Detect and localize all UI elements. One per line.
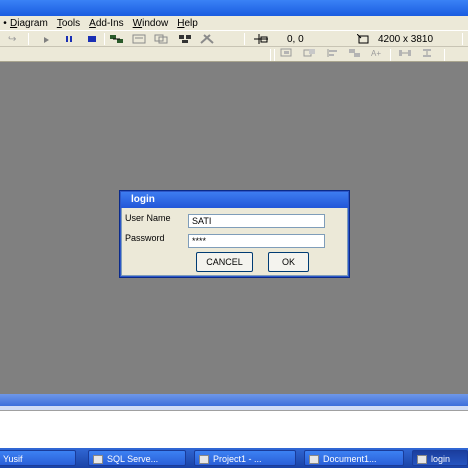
send-to-back-icon[interactable] [303, 48, 317, 58]
password-label: Password [125, 233, 165, 243]
redo-icon[interactable]: ↪ [8, 33, 16, 46]
object-browser-icon[interactable] [178, 34, 192, 44]
center-icon[interactable] [348, 48, 362, 58]
taskbar-item-document1[interactable]: Document1... [304, 450, 404, 466]
menu-bar: • Diagram Tools Add-Ins Window Help [0, 16, 468, 30]
ok-button[interactable]: OK [268, 252, 309, 272]
position-icon [254, 34, 268, 44]
toolbar-separator [462, 33, 463, 45]
menu-window[interactable]: Window [133, 18, 169, 29]
dialog-body: User Name SATI Password **** CANCEL OK [121, 208, 348, 276]
username-input[interactable]: SATI [188, 214, 325, 228]
toolbar-separator [390, 49, 391, 61]
menu-tools[interactable]: Tools [57, 18, 80, 29]
standard-toolbar: ↪ 0, 0 4200 x 3810 [0, 30, 468, 47]
toolbar-separator [444, 49, 445, 61]
menu-add-ins[interactable]: Add-Ins [89, 18, 123, 29]
form-layout-icon[interactable] [154, 34, 168, 44]
align-icon[interactable] [326, 48, 340, 58]
run-icon[interactable] [44, 37, 49, 43]
sql-server-icon [93, 455, 103, 465]
size-readout: 4200 x 3810 [378, 34, 434, 45]
password-input[interactable]: **** [188, 234, 325, 248]
immediate-window-title [0, 394, 468, 406]
toolbar-separator [28, 33, 29, 45]
menu-diagram[interactable]: Diagram [10, 18, 48, 29]
form-editor-toolbar: A+ [0, 47, 468, 62]
stop-icon[interactable] [88, 36, 96, 42]
taskbar-item-project1[interactable]: Project1 - ... [194, 450, 296, 466]
app-title-bar [0, 0, 468, 16]
properties-window-icon[interactable] [132, 34, 146, 44]
taskbar: Yusif SQL Serve... Project1 - ... Docume… [0, 448, 468, 468]
toolbar-separator [104, 33, 105, 45]
dialog-title: login [121, 192, 348, 208]
make-same-size-icon[interactable]: A+ [370, 48, 384, 58]
position-readout: 0, 0 [287, 34, 304, 45]
svg-text:A+: A+ [371, 49, 381, 58]
menu-help[interactable]: Help [177, 18, 198, 29]
toolbar-separator [270, 49, 271, 61]
login-window-icon [417, 455, 427, 465]
word-document-icon [309, 455, 319, 465]
toolbox-icon[interactable] [200, 34, 214, 44]
size-icon [357, 34, 369, 44]
toolbar-separator [274, 49, 275, 61]
taskbar-item-yusif[interactable]: Yusif [0, 450, 76, 466]
visual-basic-icon [199, 455, 209, 465]
login-dialog: login User Name SATI Password **** CANCE… [120, 191, 349, 277]
bring-to-front-icon[interactable] [280, 48, 294, 58]
taskbar-item-login[interactable]: login [412, 450, 468, 466]
horizontal-spacing-icon[interactable] [398, 48, 412, 58]
menu-overflow-glyph: • [3, 17, 7, 29]
username-label: User Name [125, 213, 171, 223]
immediate-window[interactable] [0, 410, 468, 448]
pause-icon[interactable] [66, 36, 72, 42]
taskbar-item-sql-server[interactable]: SQL Serve... [88, 450, 186, 466]
vertical-spacing-icon[interactable] [420, 48, 434, 58]
toolbar-separator [244, 33, 245, 45]
project-explorer-icon[interactable] [110, 34, 124, 44]
cancel-button[interactable]: CANCEL [196, 252, 253, 272]
